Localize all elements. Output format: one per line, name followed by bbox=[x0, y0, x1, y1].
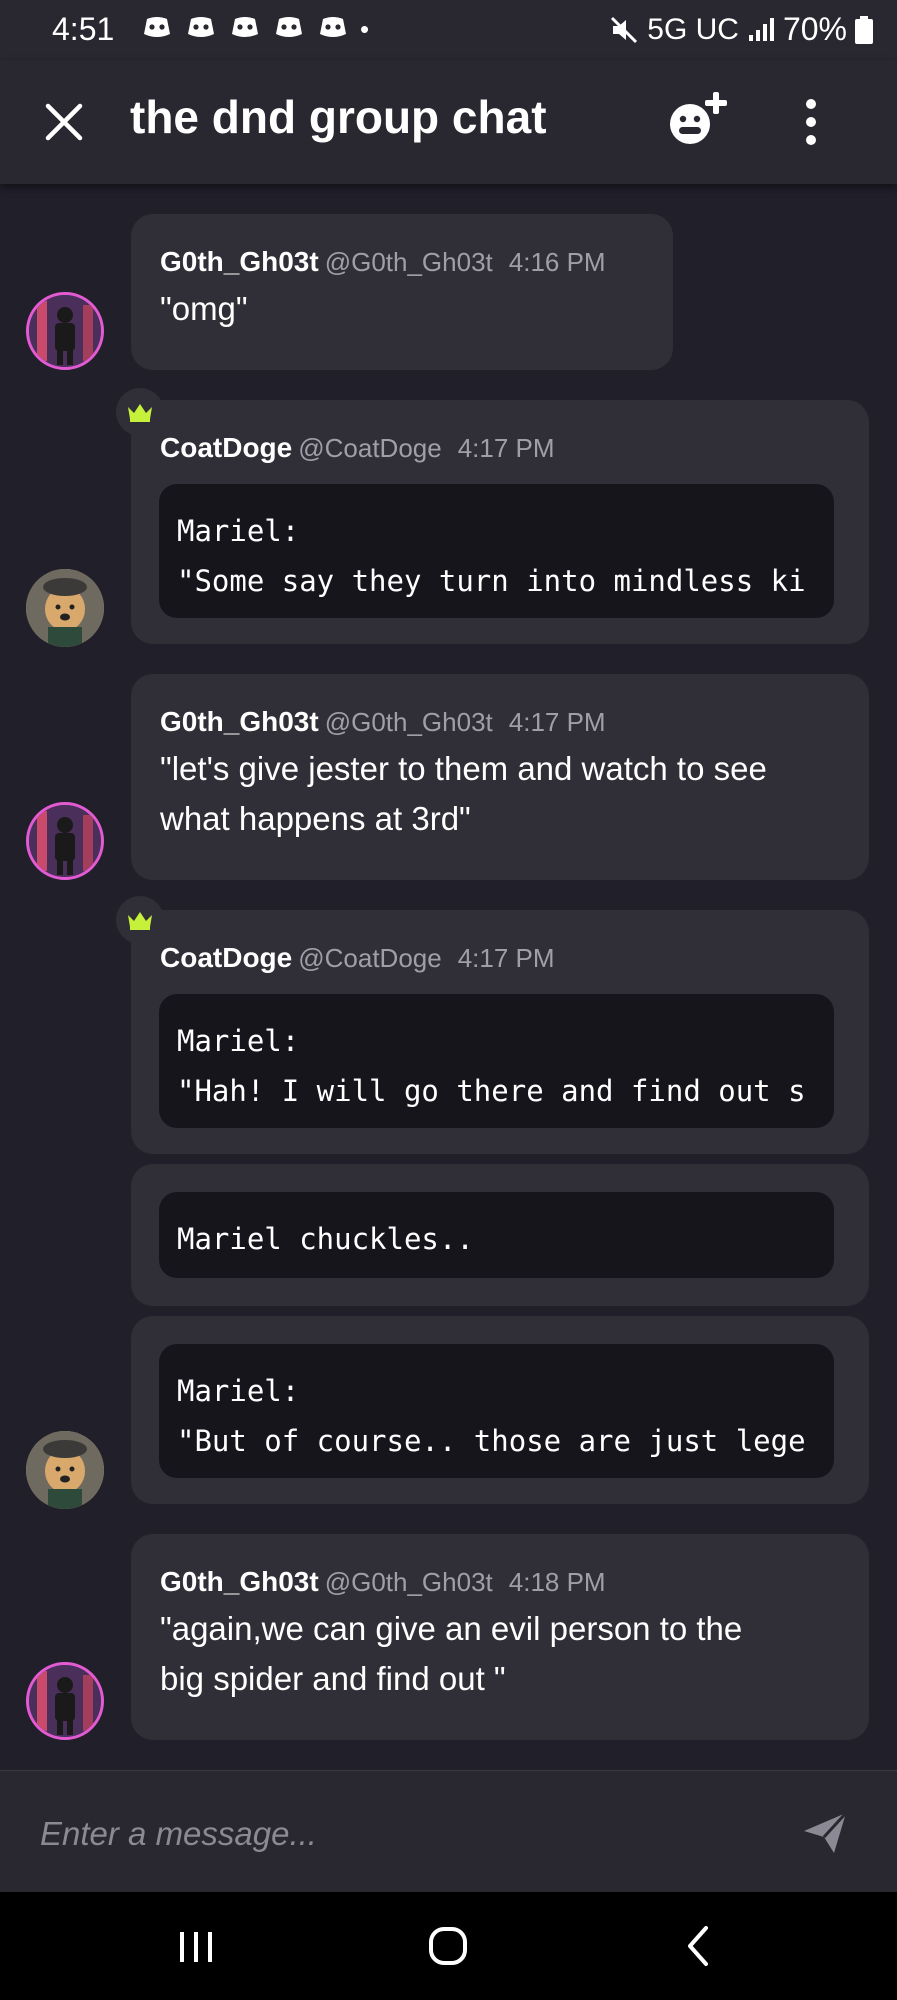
author-handle: @G0th_Gh03t bbox=[324, 1567, 493, 1597]
crown-badge bbox=[116, 896, 164, 944]
author-handle: @G0th_Gh03t bbox=[324, 707, 493, 737]
message-meta: G0th_Gh03t @G0th_Gh03t 4:18 PM bbox=[160, 1566, 606, 1598]
author-name[interactable]: CoatDoge bbox=[160, 432, 292, 463]
author-handle: @G0th_Gh03t bbox=[324, 247, 493, 277]
message-text: "let's give jester to them and watch to … bbox=[160, 750, 767, 837]
chat-header: the dnd group chat bbox=[0, 60, 897, 184]
author-name[interactable]: G0th_Gh03t bbox=[160, 706, 319, 737]
message-time: 4:18 PM bbox=[508, 1567, 606, 1597]
code-block: Mariel: "Hah! I will go there and find o… bbox=[159, 994, 834, 1128]
crown-badge bbox=[116, 388, 164, 436]
author-name[interactable]: CoatDoge bbox=[160, 942, 292, 973]
message-list[interactable]: G0th_Gh03t @G0th_Gh03t 4:16 PM "omg" CoatD… bbox=[0, 184, 897, 1770]
avatar[interactable] bbox=[26, 292, 104, 370]
message-time: 4:17 PM bbox=[457, 943, 555, 973]
crown-icon bbox=[128, 404, 152, 422]
avatar[interactable] bbox=[26, 569, 104, 647]
back-icon[interactable] bbox=[670, 1920, 730, 1972]
notification-dot: • bbox=[360, 14, 370, 44]
message-bubble[interactable]: G0th_Gh03t @G0th_Gh03t 4:17 PM "let's give… bbox=[131, 674, 869, 880]
message-bubble[interactable]: CoatDoge @CoatDoge 4:17 PM Mariel: "Hah! I… bbox=[131, 910, 869, 1154]
message-text: "again,we can give an evil person to the… bbox=[160, 1610, 743, 1697]
system-nav-bar bbox=[0, 1892, 897, 2000]
message-time: 4:17 PM bbox=[457, 433, 555, 463]
battery-label: 70% bbox=[782, 11, 847, 47]
message-time: 4:17 PM bbox=[508, 707, 606, 737]
more-options-icon[interactable] bbox=[792, 96, 830, 148]
discord-icon bbox=[144, 17, 170, 37]
ghost-avatar-image bbox=[29, 295, 101, 367]
message-meta: G0th_Gh03t @G0th_Gh03t 4:17 PM bbox=[160, 706, 606, 738]
signal-icon bbox=[748, 17, 774, 41]
discord-icon bbox=[320, 17, 346, 37]
message-text: "omg" bbox=[160, 290, 248, 327]
avatar[interactable] bbox=[26, 1431, 104, 1509]
message-meta: G0th_Gh03t @G0th_Gh03t 4:16 PM bbox=[160, 246, 606, 278]
discord-icon bbox=[188, 17, 214, 37]
author-name[interactable]: G0th_Gh03t bbox=[160, 246, 319, 277]
avatar[interactable] bbox=[26, 1662, 104, 1740]
close-icon[interactable] bbox=[40, 98, 88, 146]
message-bubble[interactable]: G0th_Gh03t @G0th_Gh03t 4:18 PM "again,we c… bbox=[131, 1534, 869, 1740]
add-reaction-icon[interactable] bbox=[666, 90, 732, 150]
notification-icons: • bbox=[140, 14, 369, 45]
message-composer bbox=[0, 1770, 897, 1893]
message-meta: CoatDoge @CoatDoge 4:17 PM bbox=[160, 432, 555, 464]
message-meta: CoatDoge @CoatDoge 4:17 PM bbox=[160, 942, 555, 974]
code-block: Mariel chuckles.. bbox=[159, 1192, 834, 1278]
author-name[interactable]: G0th_Gh03t bbox=[160, 1566, 319, 1597]
message-time: 4:16 PM bbox=[508, 247, 606, 277]
message-bubble[interactable]: G0th_Gh03t @G0th_Gh03t 4:16 PM "omg" bbox=[131, 214, 673, 370]
code-block: Mariel: "But of course.. those are just … bbox=[159, 1344, 834, 1478]
status-time: 4:51 bbox=[52, 11, 115, 47]
send-icon[interactable] bbox=[800, 1807, 850, 1857]
ghost-avatar-image bbox=[29, 805, 101, 877]
avatar[interactable] bbox=[26, 802, 104, 880]
message-bubble[interactable]: Mariel: "But of course.. those are just … bbox=[131, 1316, 869, 1504]
chat-title: the dnd group chat bbox=[130, 91, 547, 143]
recent-apps-icon[interactable] bbox=[166, 1920, 226, 1972]
status-bar: 4:51 • 5G UC 70% bbox=[0, 0, 897, 60]
mute-icon bbox=[611, 16, 638, 43]
status-right: 5G UC 70% bbox=[609, 11, 873, 48]
battery-icon bbox=[855, 15, 873, 44]
author-handle: @CoatDoge bbox=[298, 433, 442, 463]
home-icon[interactable] bbox=[418, 1920, 478, 1972]
message-bubble[interactable]: CoatDoge @CoatDoge 4:17 PM Mariel: "Some s… bbox=[131, 400, 869, 644]
crown-icon bbox=[128, 912, 152, 930]
discord-icon bbox=[232, 17, 258, 37]
network-label: 5G UC bbox=[647, 12, 739, 46]
code-block: Mariel: "Some say they turn into mindles… bbox=[159, 484, 834, 618]
ghost-avatar-image bbox=[29, 1665, 101, 1737]
discord-icon bbox=[276, 17, 302, 37]
author-handle: @CoatDoge bbox=[298, 943, 442, 973]
doge-avatar-image bbox=[26, 1431, 104, 1509]
message-bubble[interactable]: Mariel chuckles.. bbox=[131, 1164, 869, 1306]
message-input[interactable] bbox=[38, 1805, 762, 1863]
doge-avatar-image bbox=[26, 569, 104, 647]
